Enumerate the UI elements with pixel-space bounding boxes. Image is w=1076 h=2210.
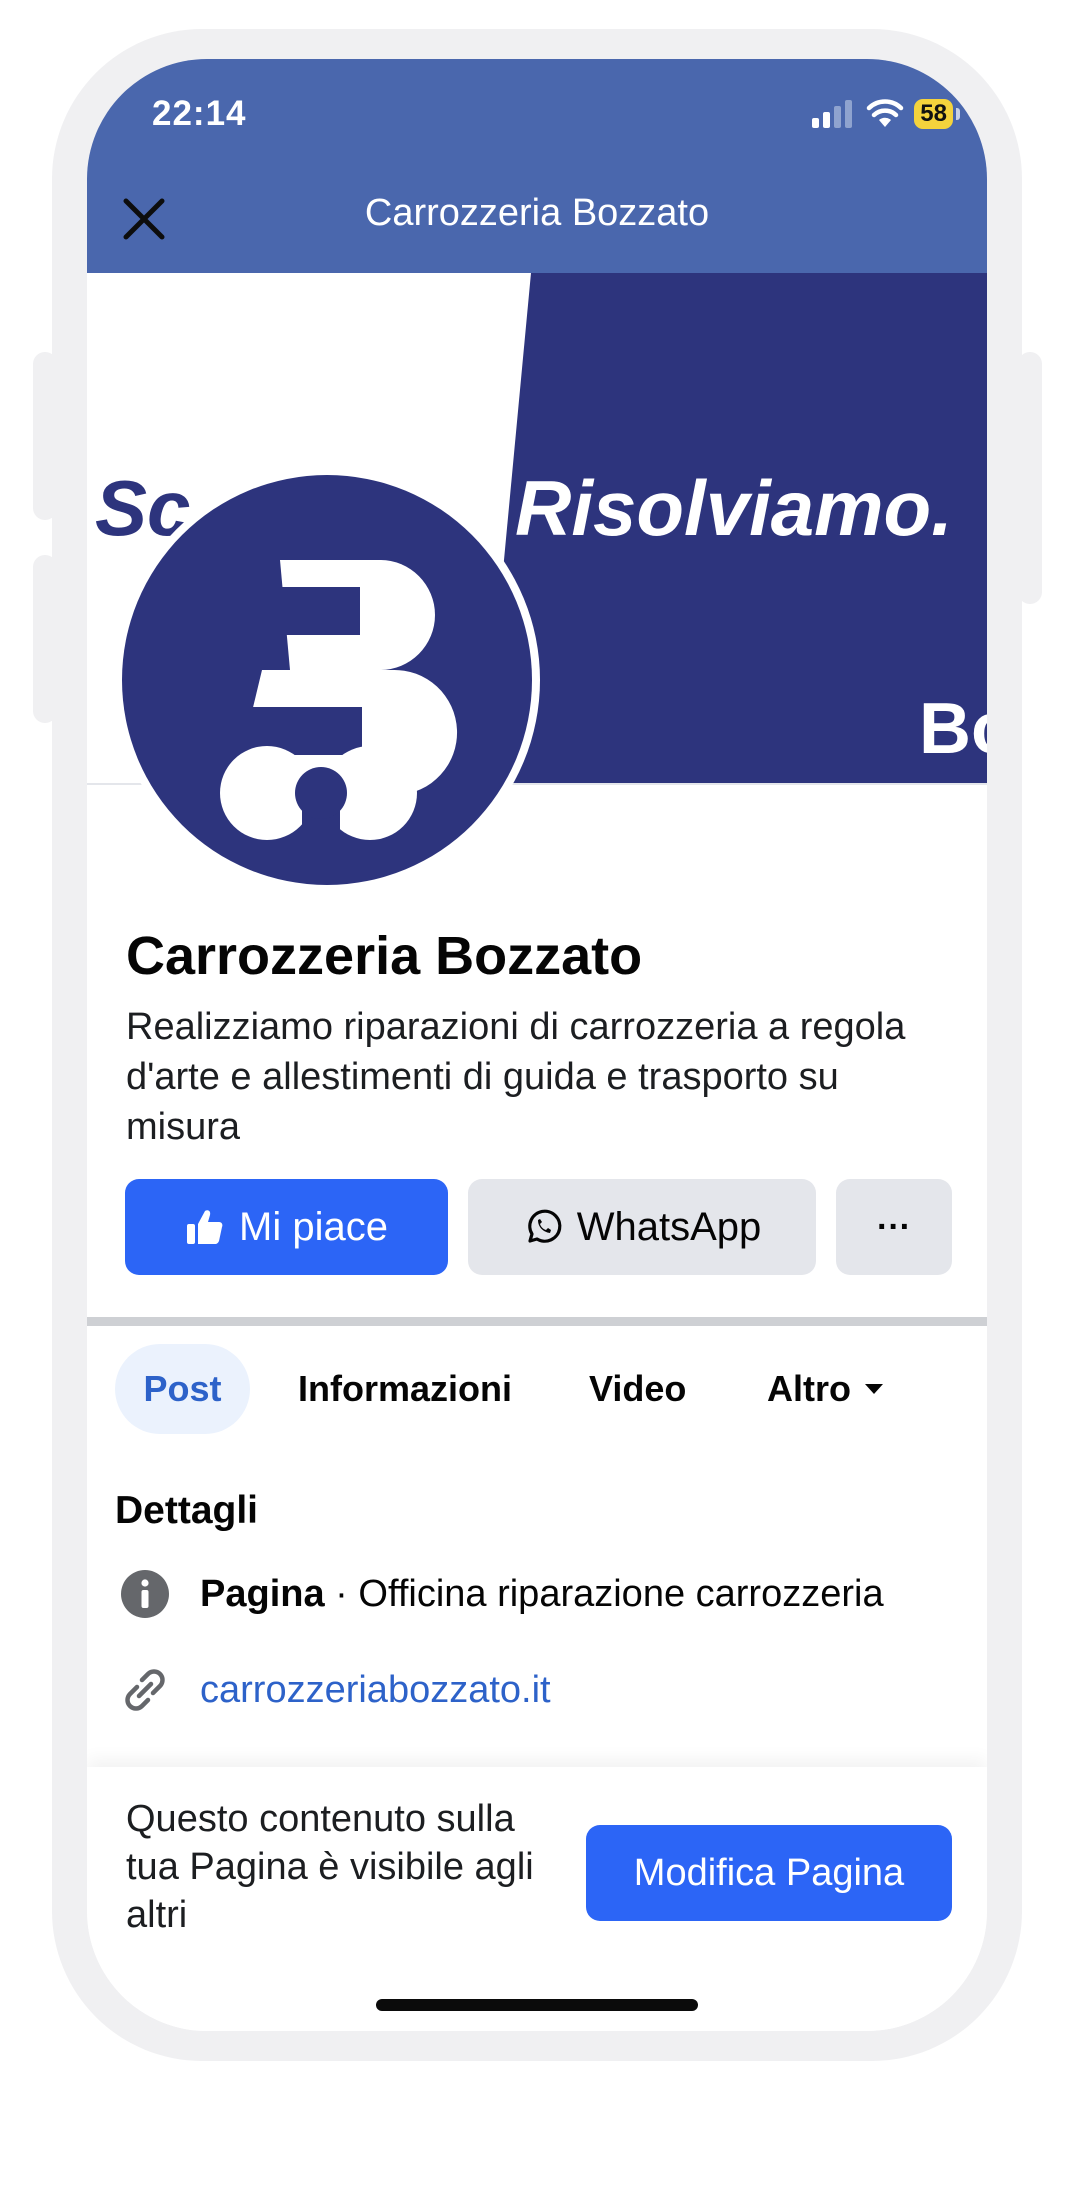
category-separator: · [324,1572,359,1615]
screen: 22:14 58 Carrozzeria Bozzato Sc Risolvia… [87,59,987,2031]
logo-b-icon [122,475,532,885]
whatsapp-button[interactable]: WhatsApp [468,1179,816,1275]
more-dots-icon: ··· [877,1207,911,1246]
status-icons: 58 [812,96,960,132]
tab-informazioni[interactable]: Informazioni [298,1344,512,1434]
side-button [1018,352,1042,604]
thumbs-up-icon [187,1210,223,1244]
home-indicator [376,1999,698,2011]
nav-title: Carrozzeria Bozzato [364,192,710,234]
tab-altro[interactable]: Altro [767,1344,885,1434]
tab-altro-label: Altro [767,1368,851,1409]
caret-down-icon [865,1384,883,1394]
like-button[interactable]: Mi piace [125,1179,448,1275]
website-link[interactable]: carrozzeriabozzato.it [200,1669,551,1712]
link-icon [125,1669,165,1711]
wifi-icon [867,99,904,127]
battery-icon: 58 [914,99,960,129]
status-time: 22:14 [152,94,247,133]
page-name: Carrozzeria Bozzato [126,926,643,986]
whatsapp-label: WhatsApp [576,1204,762,1249]
tab-post[interactable]: Post [115,1344,250,1434]
more-options-button[interactable]: ··· [836,1179,952,1275]
category-value: Officina riparazione carrozzeria [358,1572,884,1615]
category-row: Pagina · Officina riparazione carrozzeri… [115,1569,884,1619]
whatsapp-icon [528,1209,562,1243]
details-title: Dettagli [115,1489,259,1532]
cover-corner-logo: Bo [919,689,987,769]
cover-headline: Risolviamo. [515,464,953,552]
cellular-signal-icon [812,100,853,128]
like-label: Mi piace [239,1204,388,1249]
website-row[interactable]: carrozzeriabozzato.it [115,1665,551,1715]
page-description: Realizziamo riparazioni di carrozzeria a… [126,1006,906,1148]
edit-page-button[interactable]: Modifica Pagina [586,1825,952,1921]
side-button [33,352,57,520]
section-divider [87,1317,987,1326]
side-button [33,555,57,723]
tab-video[interactable]: Video [589,1344,686,1434]
profile-picture[interactable] [114,467,540,893]
visibility-notice: Questo contenuto sulla tua Pagina è visi… [126,1798,534,1936]
top-bar: 22:14 58 Carrozzeria Bozzato [87,59,987,275]
tab-bar: Post Informazioni Video Altro [87,1344,987,1434]
info-icon [121,1570,169,1618]
category-label: Pagina [200,1572,325,1615]
